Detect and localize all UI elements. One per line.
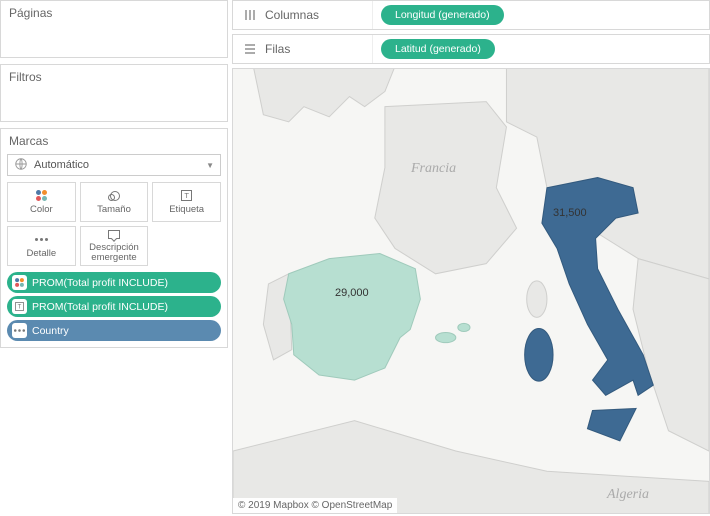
- rows-icon: [243, 42, 257, 56]
- detail-icon: [12, 323, 27, 338]
- pill-label-measure[interactable]: T PROM(Total profit INCLUDE): [7, 296, 221, 317]
- marks-title: Marcas: [1, 129, 227, 154]
- marks-label-label: Etiqueta: [169, 205, 204, 215]
- pill-detail-dimension[interactable]: Country: [7, 320, 221, 341]
- globe-icon: [14, 157, 28, 174]
- label-icon: T: [180, 190, 194, 202]
- columns-shelf-label: Columnas: [233, 1, 373, 29]
- filters-card: Filtros: [0, 64, 228, 122]
- columns-pill[interactable]: Longitud (generado): [381, 5, 504, 25]
- mark-type-label: Automático: [34, 159, 89, 171]
- pages-title: Páginas: [1, 1, 227, 24]
- columns-icon: [243, 8, 257, 22]
- data-label-italy: 31,500: [553, 207, 587, 219]
- pill-color-measure[interactable]: PROM(Total profit INCLUDE): [7, 272, 221, 293]
- rows-pill[interactable]: Latitud (generado): [381, 39, 495, 59]
- marks-color-label: Color: [30, 205, 53, 215]
- marks-detail-label: Detalle: [27, 249, 57, 259]
- pages-card: Páginas: [0, 0, 228, 58]
- rows-shelf-label: Filas: [233, 35, 373, 63]
- pill-text: Longitud (generado): [395, 9, 490, 21]
- filters-title: Filtros: [1, 65, 227, 88]
- marks-tooltip-button[interactable]: Descripción emergente: [80, 226, 149, 266]
- label-icon: T: [12, 299, 27, 314]
- marks-tooltip-label: Descripción emergente: [83, 243, 146, 263]
- map-label-france: Francia: [411, 161, 456, 177]
- marks-color-button[interactable]: Color: [7, 182, 76, 222]
- map-label-algeria: Algeria: [607, 487, 649, 503]
- size-icon: [107, 190, 121, 202]
- marks-detail-button[interactable]: Detalle: [7, 226, 76, 266]
- pill-text: Latitud (generado): [395, 43, 481, 55]
- color-icon: [34, 190, 48, 202]
- marks-card: Marcas Automático ▼ Color Tamaño T: [0, 128, 228, 348]
- columns-shelf[interactable]: Columnas Longitud (generado): [232, 0, 710, 30]
- marks-label-button[interactable]: T Etiqueta: [152, 182, 221, 222]
- rows-shelf[interactable]: Filas Latitud (generado): [232, 34, 710, 64]
- pill-text: Country: [32, 325, 69, 337]
- tooltip-icon: [107, 229, 121, 240]
- data-label-spain: 29,000: [335, 287, 369, 299]
- marks-size-label: Tamaño: [97, 205, 131, 215]
- color-icon: [12, 275, 27, 290]
- marks-size-button[interactable]: Tamaño: [80, 182, 149, 222]
- mark-type-selector[interactable]: Automático ▼: [7, 154, 221, 176]
- detail-icon: [34, 234, 48, 246]
- pill-text: PROM(Total profit INCLUDE): [32, 301, 168, 313]
- chevron-down-icon: ▼: [206, 161, 214, 170]
- map-canvas: [233, 69, 709, 513]
- pill-text: PROM(Total profit INCLUDE): [32, 277, 168, 289]
- map-view[interactable]: Francia Algeria 29,000 31,500 © 2019 Map…: [232, 68, 710, 514]
- map-attribution: © 2019 Mapbox © OpenStreetMap: [233, 498, 397, 513]
